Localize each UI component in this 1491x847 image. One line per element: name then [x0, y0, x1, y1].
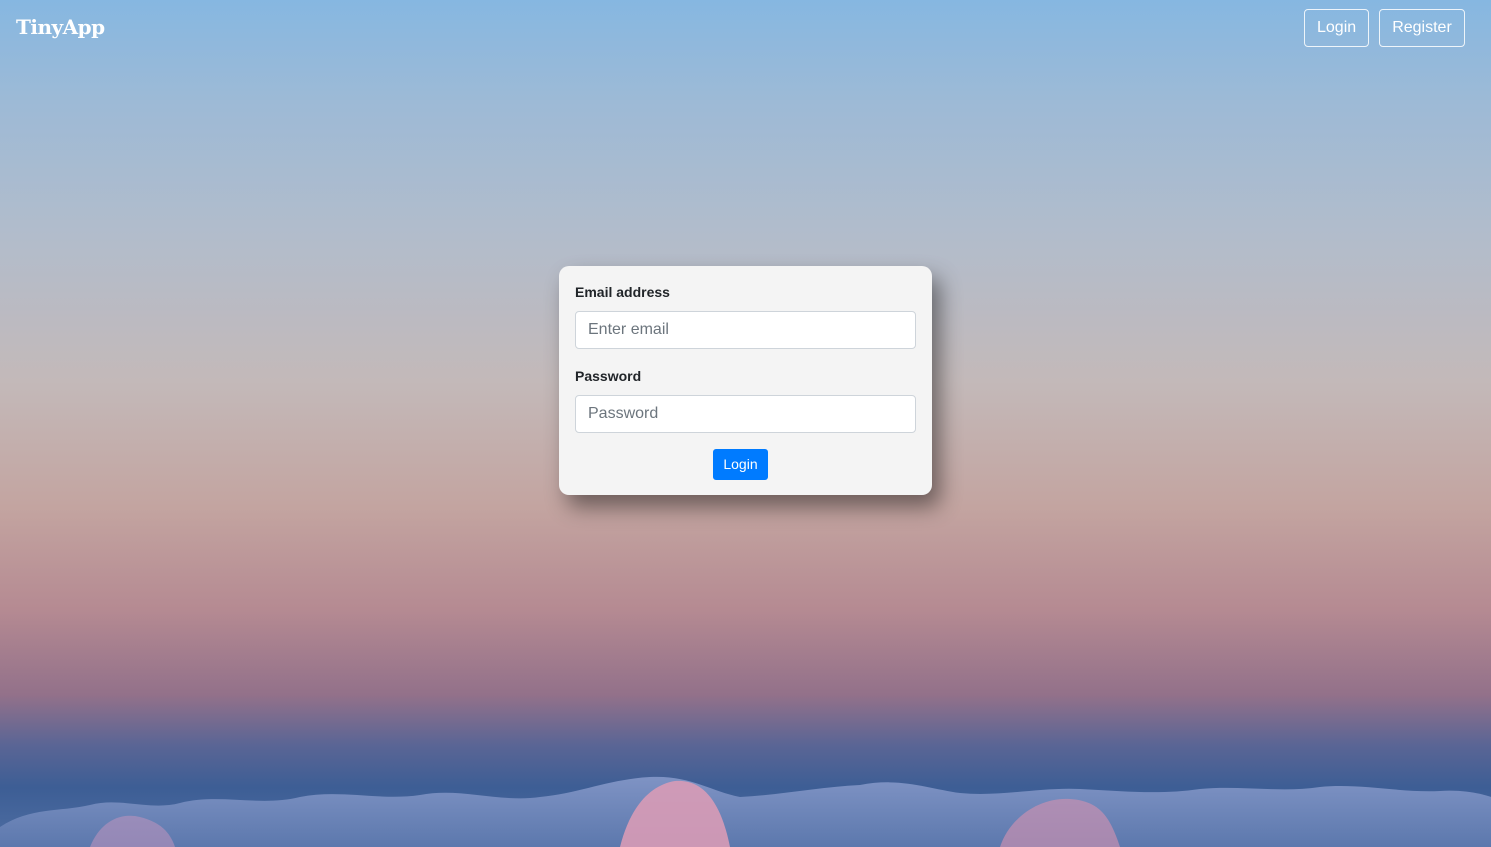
password-group: Password — [575, 368, 916, 433]
email-input[interactable] — [575, 311, 916, 349]
cloud-background-image — [0, 776, 1491, 847]
email-label: Email address — [575, 284, 670, 300]
navbar: TinyApp Login Register — [0, 0, 1491, 56]
nav-login-button[interactable]: Login — [1304, 9, 1369, 47]
nav-register-button[interactable]: Register — [1379, 9, 1465, 47]
brand-logo[interactable]: TinyApp — [16, 15, 105, 39]
password-input[interactable] — [575, 395, 916, 433]
submit-wrapper: Login — [575, 449, 916, 480]
password-label: Password — [575, 368, 642, 384]
login-card: Email address Password Login — [559, 266, 932, 495]
login-submit-button[interactable]: Login — [713, 449, 768, 480]
